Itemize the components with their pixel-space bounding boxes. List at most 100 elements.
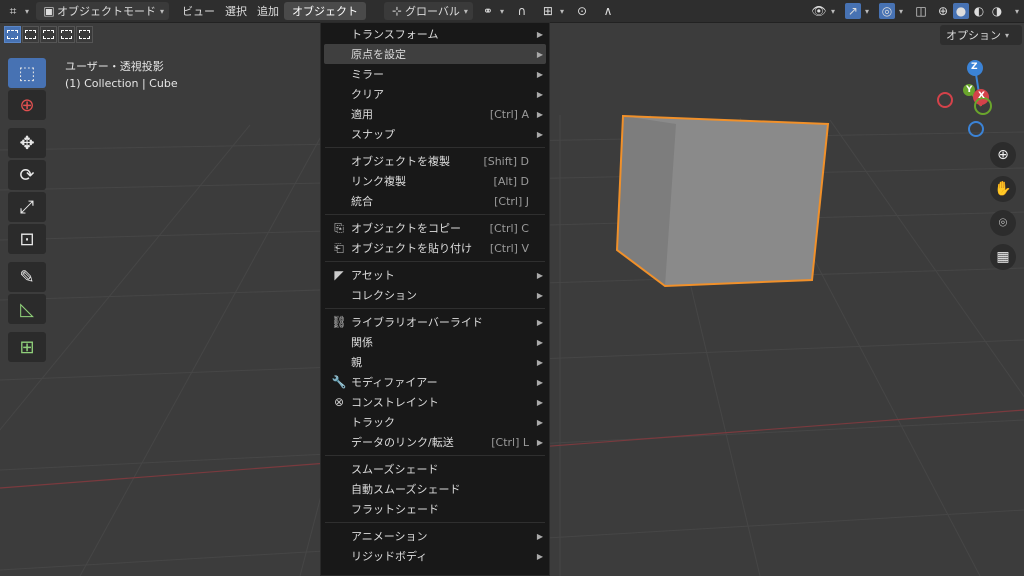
falloff-button[interactable]: ∧ [595, 2, 621, 20]
menu-item[interactable]: クリア ▶ [321, 84, 549, 104]
tool-shelf: ⬚ ⊕ ✥ ⟳ ⤢ ⊡ ✎ ◺ ⊞ [8, 58, 48, 364]
menu-item[interactable]: 統合 [Ctrl] J [321, 191, 549, 211]
menu-item[interactable]: リンク複製 [Alt] D [321, 171, 549, 191]
select-subtract-button[interactable] [40, 26, 57, 43]
xray-toggle[interactable]: ◫ [908, 2, 934, 20]
tool-rotate[interactable]: ⟳ [8, 160, 46, 190]
editor-type-button[interactable]: ⌗ ▾ [0, 2, 34, 20]
tool-add-cube[interactable]: ⊞ [8, 332, 46, 362]
menu-select[interactable]: 選択 [220, 2, 252, 20]
menu-item-label: 自動スムーズシェード [351, 483, 461, 496]
menu-item[interactable]: アニメーション ▶ [321, 526, 549, 546]
menu-item[interactable]: ⎘ オブジェクトをコピー [Ctrl] C [321, 218, 549, 238]
rotate-icon: ⟳ [19, 164, 35, 186]
gizmo-z-label[interactable]: Z [971, 62, 978, 72]
tool-transform[interactable]: ⊡ [8, 224, 46, 254]
menu-item[interactable]: ◤ アセット ▶ [321, 265, 549, 285]
select-new-icon [7, 30, 18, 39]
menu-separator [325, 214, 545, 215]
menu-item[interactable]: ミラー ▶ [321, 64, 549, 84]
transform-orientation-dropdown[interactable]: ⊹ グローバル ▾ [384, 2, 473, 20]
select-new-button[interactable] [4, 26, 21, 43]
hand-icon: ✋ [994, 181, 1012, 197]
menu-add[interactable]: 追加 [252, 2, 284, 20]
select-extend-button[interactable] [22, 26, 39, 43]
annotate-pencil-icon: ✎ [19, 266, 35, 288]
pivot-point-button[interactable]: ⚭ ▾ [475, 2, 509, 20]
menu-item-label: 統合 [351, 195, 373, 208]
menu-item[interactable]: トラック ▶ [321, 412, 549, 432]
ortho-toggle-button[interactable]: ▦ [990, 244, 1016, 270]
tool-annotate[interactable]: ✎ [8, 262, 46, 292]
menu-item[interactable]: フラットシェード [321, 499, 549, 519]
menu-separator [325, 147, 545, 148]
visibility-button[interactable]: 👁 ▾ [806, 2, 840, 20]
menu-item[interactable]: 🔧 モディファイアー ▶ [321, 372, 549, 392]
overlay-toggle[interactable]: ◎ ▾ [874, 2, 908, 20]
submenu-arrow-icon: ▶ [536, 317, 543, 327]
tool-move[interactable]: ✥ [8, 128, 46, 158]
menu-item[interactable]: 適用 [Ctrl] A ▶ [321, 104, 549, 124]
menu-object[interactable]: オブジェクト [284, 2, 367, 20]
shading-options[interactable]: ▾ [1006, 2, 1024, 20]
select-invert-button[interactable] [58, 26, 75, 43]
add-cube-icon: ⊞ [19, 336, 35, 358]
menu-item[interactable]: データのリンク/転送 [Ctrl] L ▶ [321, 432, 549, 452]
mode-label: オブジェクトモード [57, 5, 157, 18]
menu-separator [325, 522, 545, 523]
menu-item[interactable]: 自動スムーズシェード [321, 479, 549, 499]
menu-item-shortcut: [Shift] D [483, 154, 529, 168]
snap-toggle[interactable]: ∩ [509, 2, 535, 20]
gizmo-y-label[interactable]: Y [966, 85, 973, 95]
menu-item[interactable]: ⛓ ライブラリオーバーライド ▶ [321, 312, 549, 332]
submenu-arrow-icon: ▶ [536, 337, 543, 347]
menu-item[interactable]: スムーズシェード [321, 459, 549, 479]
gizmo-x-label[interactable]: X [978, 91, 985, 101]
menu-item-label: オブジェクトをコピー [351, 222, 461, 235]
menu-item[interactable]: スナップ ▶ [321, 124, 549, 144]
menu-item-shortcut: [Ctrl] A [489, 107, 529, 121]
tool-cursor[interactable]: ⊕ [8, 90, 46, 120]
camera-icon: ⌾ [998, 215, 1008, 231]
menu-item[interactable]: トランスフォーム ▶ [321, 24, 549, 44]
menu-item-label: ミラー [351, 68, 384, 81]
menu-item[interactable]: ⎗ オブジェクトを貼り付け [Ctrl] V [321, 238, 549, 258]
gizmo-toggle[interactable]: ↗ ▾ [840, 2, 874, 20]
shading-rendered[interactable]: ◑ [988, 2, 1006, 20]
snap-target-button[interactable]: ⊞ ▾ [535, 2, 569, 20]
menu-item[interactable]: 原点を設定 ▶ [324, 44, 546, 64]
tool-scale[interactable]: ⤢ [8, 192, 46, 222]
shading-wireframe[interactable]: ⊕ [934, 2, 952, 20]
menu-item-label: トランスフォーム [351, 28, 439, 41]
menu-item[interactable]: ⊗ コンストレイント ▶ [321, 392, 549, 412]
pivot-icon: ⚭ [482, 4, 493, 18]
shading-solid[interactable]: ● [952, 2, 970, 20]
menu-item[interactable]: リジッドボディ ▶ [321, 546, 549, 566]
menu-item[interactable]: オブジェクトを複製 [Shift] D [321, 151, 549, 171]
menu-item-label: コンストレイント [351, 396, 439, 409]
pan-button[interactable]: ✋ [990, 176, 1016, 202]
options-dropdown[interactable]: オプション ▾ [940, 25, 1022, 45]
menu-item-label: リンク複製 [351, 175, 406, 188]
select-intersect-button[interactable] [76, 26, 93, 43]
mode-dropdown[interactable]: ▣ オブジェクトモード ▾ [36, 2, 170, 20]
tool-select-box[interactable]: ⬚ [8, 58, 46, 88]
menu-item-label: モディファイアー [351, 376, 438, 389]
menu-item[interactable]: コレクション ▶ [321, 285, 549, 305]
menu-view[interactable]: ビュー [177, 2, 220, 20]
magnet-icon: ∩ [517, 4, 527, 18]
menu-item-label: スナップ [351, 128, 395, 141]
zoom-button[interactable]: ⊕ [990, 142, 1016, 168]
transform-icon: ⊡ [19, 228, 35, 250]
tool-measure[interactable]: ◺ [8, 294, 46, 324]
shading-material[interactable]: ◐ [970, 2, 988, 20]
submenu-arrow-icon: ▶ [536, 437, 543, 447]
menu-item-shortcut: [Ctrl] J [494, 194, 529, 208]
proportional-edit-toggle[interactable]: ⊙ [569, 2, 595, 20]
object-menu: トランスフォーム ▶ 原点を設定 ▶ ミラー ▶ クリア ▶ 適用 [Ctrl] A ▶ スナップ ▶ オ… [320, 22, 550, 576]
menu-item[interactable]: 関係 ▶ [321, 332, 549, 352]
submenu-arrow-icon: ▶ [536, 89, 543, 99]
menu-item-shortcut: [Alt] D [493, 174, 529, 188]
camera-view-button[interactable]: ⌾ [990, 210, 1016, 236]
menu-item[interactable]: 親 ▶ [321, 352, 549, 372]
